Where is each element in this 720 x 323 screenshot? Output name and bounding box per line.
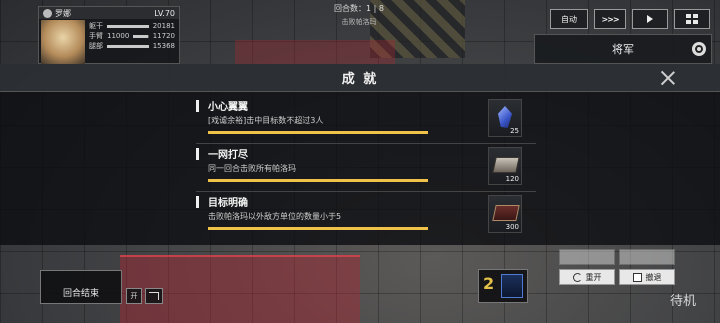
- unit-name-wrap: 罗娜: [43, 8, 71, 19]
- unit-portrait: [41, 20, 85, 64]
- swap-button[interactable]: [145, 288, 163, 304]
- unit-level: LV.70: [154, 8, 175, 18]
- unit-stats: 躯干 20181 手臂 11000 11720 腿部 15368: [89, 21, 175, 51]
- stat-label: 手臂: [89, 32, 103, 40]
- achievement-desc: 击败帕洛玛以外敌方单位的数量小于5: [208, 212, 342, 221]
- achievement-list: 小心翼翼 [戏谑余裕]击中目标数不超过3人 25 一网打尽 同一回合击败所有帕洛…: [196, 96, 536, 240]
- hidden-action-button: [559, 249, 615, 265]
- reward-count: 25: [510, 127, 519, 135]
- camera-button[interactable]: [632, 9, 668, 29]
- play-icon: [647, 15, 653, 23]
- stat-bar: [107, 44, 149, 48]
- action-panel: 重开 撤退: [555, 245, 677, 289]
- turn-line: 回合数：1 | 8: [318, 3, 400, 14]
- stat-bar: [107, 24, 149, 28]
- general-panel: 将军: [534, 34, 712, 64]
- toggle-on-button[interactable]: 开: [126, 288, 142, 304]
- toggle-area: 开: [126, 288, 163, 304]
- retreat-button[interactable]: 撤退: [619, 269, 675, 285]
- achievement-item: 目标明确 击败帕洛玛以外敌方单位的数量小于5 300: [196, 192, 536, 240]
- crystal-icon: [498, 106, 512, 128]
- stat-extra: 11000: [107, 32, 130, 40]
- skull-icon: [43, 8, 52, 18]
- grid-icon: [686, 14, 698, 24]
- achievement-progress-bar: [208, 179, 428, 182]
- retreat-label: 撤退: [645, 272, 662, 282]
- achievement-name: 目标明确: [208, 198, 248, 209]
- skill-slot[interactable]: 2: [478, 269, 528, 303]
- stat-value: 11720: [152, 32, 175, 40]
- standby-button[interactable]: 待机: [670, 290, 696, 309]
- reward-count: 300: [505, 223, 519, 231]
- turn-objective: 击败帕洛玛: [341, 18, 377, 26]
- retreat-icon: [632, 272, 642, 282]
- hidden-action-button: [619, 249, 675, 265]
- achievement-desc: [戏谑余裕]击中目标数不超过3人: [208, 116, 324, 125]
- reward-count: 120: [505, 175, 519, 183]
- turn-label: 回合数：: [334, 4, 367, 13]
- swap-icon: [149, 292, 159, 300]
- skill-number: 2: [483, 274, 495, 293]
- achievement-dialog: 成 就 小心翼翼 [戏谑余裕]击中目标数不超过3人 25 一网打尽 同一回合击败…: [0, 64, 720, 245]
- skill-icon: [501, 274, 523, 298]
- box-icon: [492, 157, 520, 173]
- stat-label: 躯干: [89, 22, 103, 30]
- achievement-desc: 同一回合击败所有帕洛玛: [208, 164, 296, 173]
- achievement-name: 小心翼翼: [208, 102, 248, 113]
- achievement-item: 小心翼翼 [戏谑余裕]击中目标数不超过3人 25: [196, 96, 536, 144]
- gear-icon[interactable]: [692, 42, 706, 56]
- stat-value: 20181: [152, 22, 175, 30]
- speed-button[interactable]: >>>: [594, 9, 626, 29]
- unit-name: 罗娜: [55, 8, 71, 18]
- stat-bar: [133, 34, 149, 38]
- reward-slot[interactable]: 300: [488, 195, 522, 233]
- stat-row-arm: 手臂 11000 11720: [89, 31, 175, 41]
- achievement-progress-bar: [208, 131, 428, 134]
- turn-counter: 回合数：1 | 8 击败帕洛玛: [318, 3, 400, 27]
- menu-button[interactable]: [674, 9, 710, 29]
- restart-label: 重开: [585, 272, 602, 282]
- stat-value: 15368: [152, 42, 175, 50]
- achievement-name: 一网打尽: [208, 150, 248, 161]
- auto-button[interactable]: 自动: [550, 9, 588, 29]
- restart-icon: [572, 272, 582, 282]
- stat-row-torso: 躯干 20181: [89, 21, 175, 31]
- top-controls: 自动 >>>: [550, 9, 710, 29]
- speed-label: >>>: [601, 14, 619, 24]
- stat-label: 腿部: [89, 42, 103, 50]
- achievement-item: 一网打尽 同一回合击败所有帕洛玛 120: [196, 144, 536, 192]
- dialog-header: 成 就: [0, 64, 720, 92]
- restart-button[interactable]: 重开: [559, 269, 615, 285]
- stat-row-legs: 腿部 15368: [89, 41, 175, 51]
- general-title: 将军: [612, 43, 634, 56]
- achievement-progress-bar: [208, 227, 428, 230]
- reward-slot[interactable]: 120: [488, 147, 522, 185]
- chest-icon: [492, 205, 520, 221]
- turn-value: 1 | 8: [366, 4, 384, 13]
- close-icon[interactable]: [660, 70, 676, 86]
- reward-slot[interactable]: 25: [488, 99, 522, 137]
- end-turn-button[interactable]: 回合结束: [40, 270, 122, 304]
- unit-header: 罗娜 LV.70: [39, 7, 179, 19]
- unit-info-panel[interactable]: 罗娜 LV.70 躯干 20181 手臂 11000 11720 腿部 1536…: [38, 6, 180, 64]
- dialog-title: 成 就: [341, 72, 379, 87]
